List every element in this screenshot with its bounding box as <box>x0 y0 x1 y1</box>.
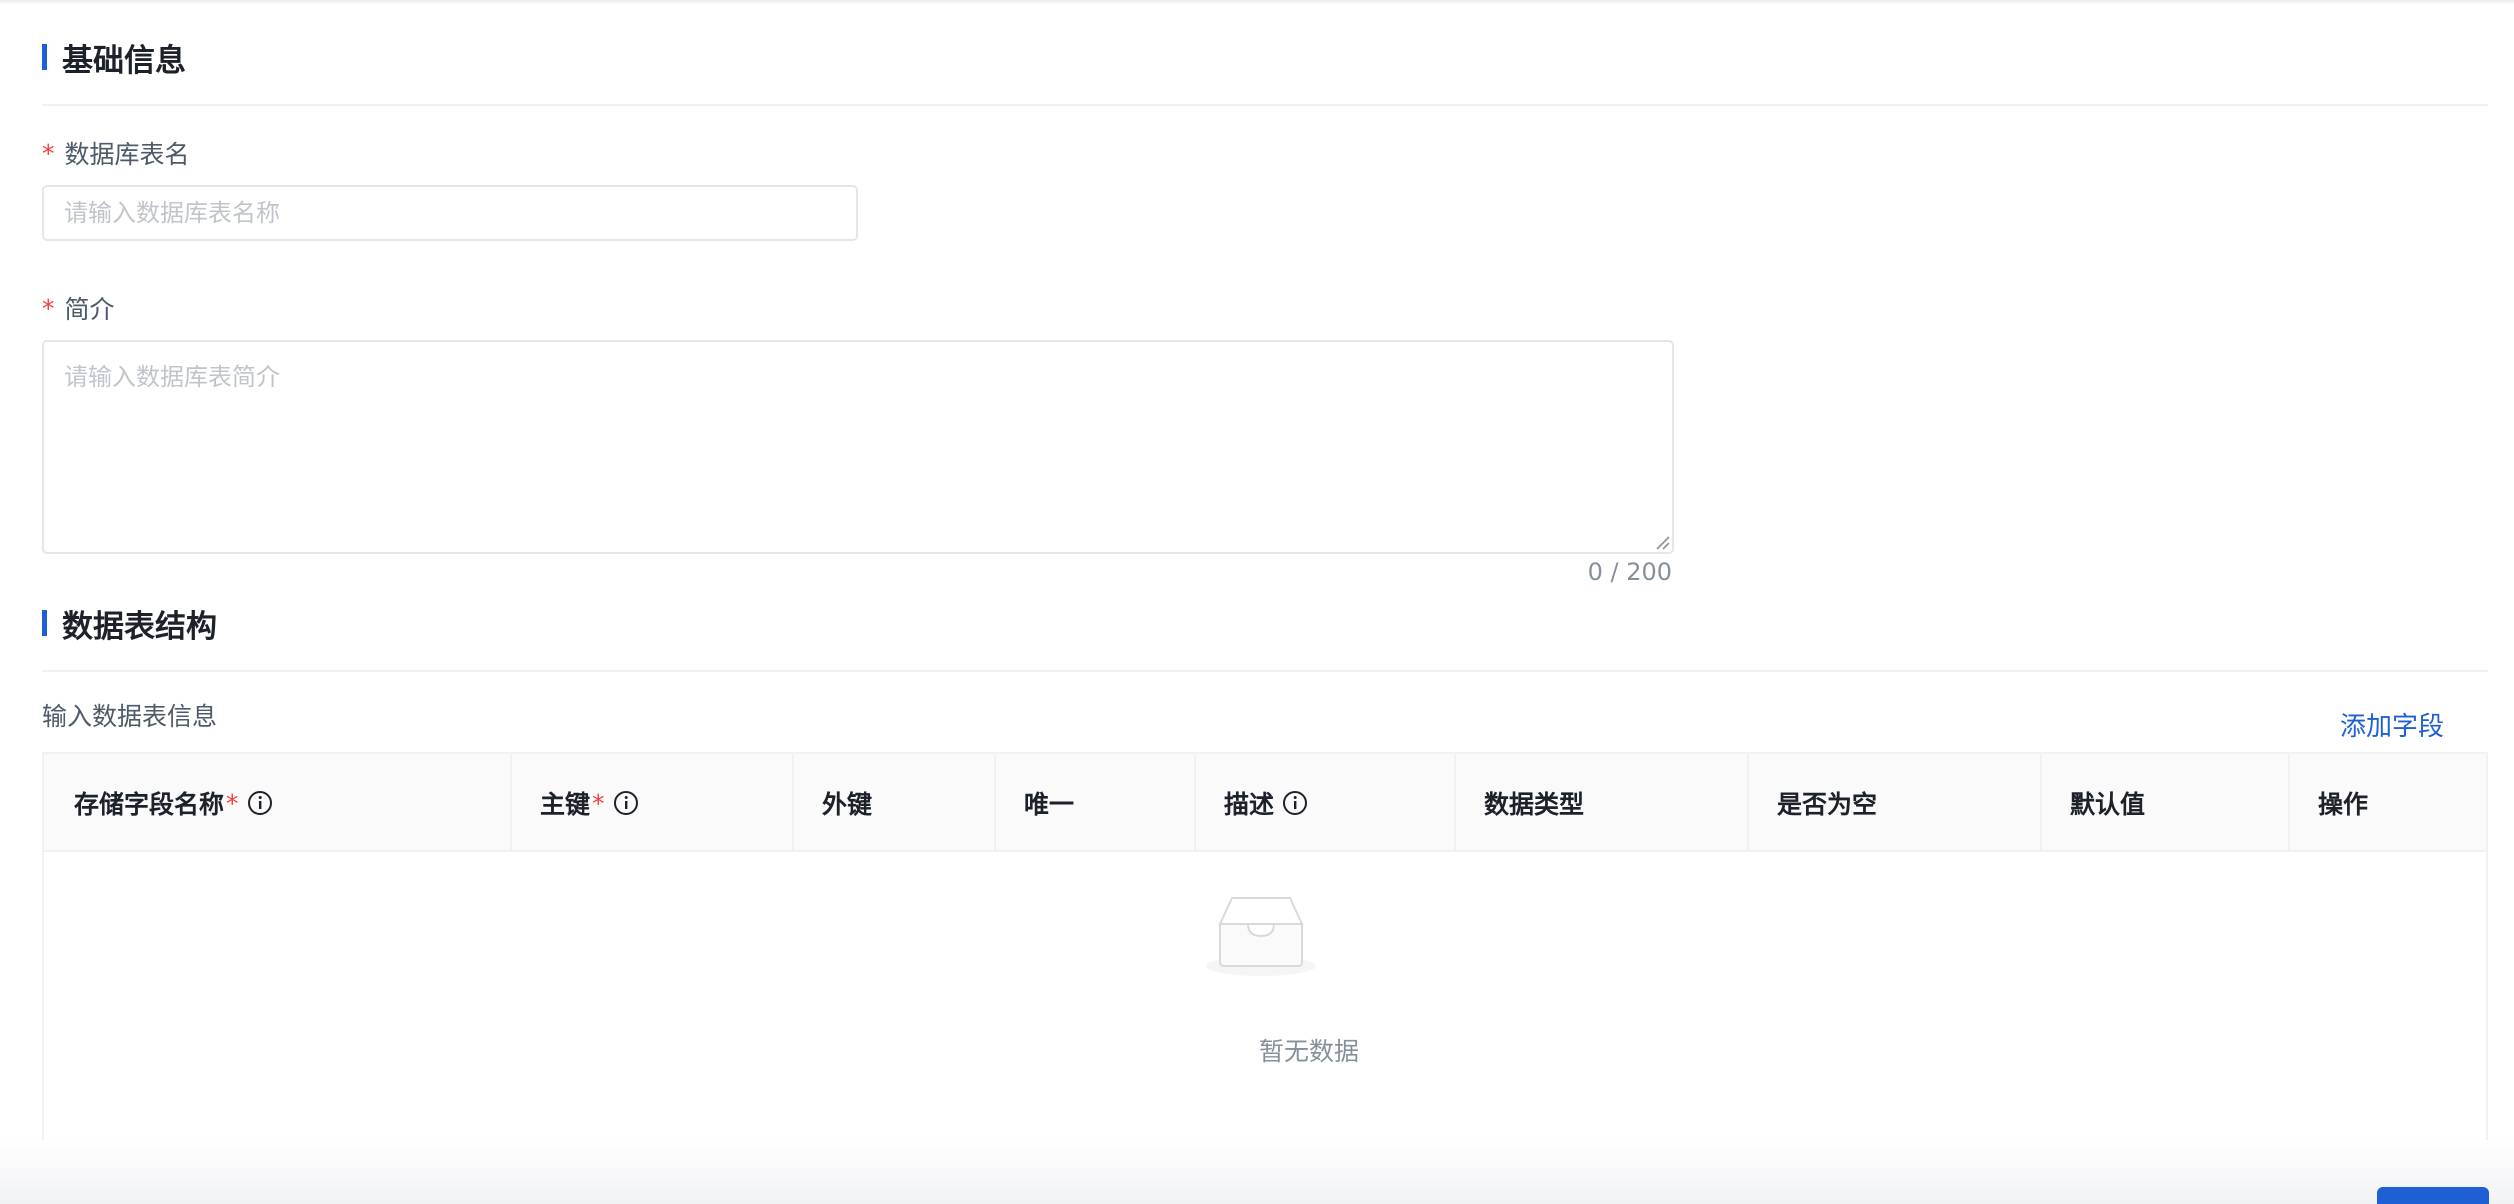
column-header-label: 主键 <box>540 790 591 819</box>
table-hint: 输入数据表信息 <box>42 702 218 731</box>
section-accent-bar <box>42 610 47 636</box>
column-separator <box>994 754 996 852</box>
table-name-label-text: 数据库表名 <box>64 140 190 169</box>
required-star: * <box>42 293 55 323</box>
section-title-basic-info: 基础信息 <box>62 42 186 79</box>
fields-table: 存储字段名称 * 主键 * 外键 唯一 描述 数据类型 是否为空 默认值 操作 … <box>42 752 2488 1152</box>
table-name-input[interactable] <box>42 185 858 241</box>
column-separator <box>1747 754 1749 852</box>
column-header-label: 操作 <box>2318 790 2369 819</box>
info-icon[interactable] <box>1282 790 1308 816</box>
resize-handle-icon[interactable] <box>1654 534 1670 550</box>
top-shadow <box>0 0 2514 5</box>
column-separator <box>2040 754 2042 852</box>
inbox-icon <box>1206 897 1316 976</box>
column-header-default-value: 默认值 <box>2070 754 2145 852</box>
description-textarea[interactable] <box>42 340 1674 554</box>
column-separator <box>510 754 512 852</box>
column-header-label: 存储字段名称 <box>74 790 225 819</box>
column-header-label: 数据类型 <box>1484 790 1585 819</box>
column-header-unique: 唯一 <box>1024 754 1074 852</box>
column-header-label: 描述 <box>1224 790 1275 819</box>
required-star: * <box>42 138 55 168</box>
info-icon[interactable] <box>613 790 639 816</box>
info-icon[interactable] <box>247 790 273 816</box>
column-header-actions: 操作 <box>2318 754 2368 852</box>
column-header-nullable: 是否为空 <box>1777 754 1877 852</box>
column-header-data-type: 数据类型 <box>1484 754 1584 852</box>
column-header-description: 描述 <box>1224 754 1308 852</box>
column-header-label: 是否为空 <box>1777 790 1878 819</box>
footer-bar <box>0 1140 2514 1204</box>
table-name-label: * 数据库表名 <box>42 135 190 171</box>
required-star: * <box>226 788 239 818</box>
table-header: 存储字段名称 * 主键 * 外键 唯一 描述 数据类型 是否为空 默认值 操作 <box>44 754 2486 852</box>
submit-button[interactable] <box>2377 1187 2489 1204</box>
column-header-label: 唯一 <box>1024 790 1075 819</box>
char-count: 0 / 200 <box>1587 558 1672 586</box>
column-header-label: 外键 <box>822 790 873 819</box>
column-header-primary-key: 主键 * <box>540 754 639 852</box>
section-title-table-structure: 数据表结构 <box>62 608 217 645</box>
section-divider <box>42 104 2488 106</box>
column-separator <box>1454 754 1456 852</box>
section-header-table-structure: 数据表结构 <box>42 604 217 645</box>
page: 基础信息 * 数据库表名 * 简介 0 / 200 数据表结构 输入数据表信息 … <box>0 0 2514 1204</box>
required-star: * <box>592 788 605 818</box>
add-field-button[interactable]: 添加字段 <box>2340 706 2444 743</box>
column-separator <box>2288 754 2290 852</box>
column-separator <box>1194 754 1196 852</box>
table-empty-state: 暂无数据 <box>44 852 2486 1152</box>
section-header-basic-info: 基础信息 <box>42 38 186 79</box>
column-header-foreign-key: 外键 <box>822 754 872 852</box>
section-divider <box>42 670 2488 672</box>
section-accent-bar <box>42 44 47 70</box>
column-header-field-name: 存储字段名称 * <box>74 754 273 852</box>
empty-text: 暂无数据 <box>1258 1037 1359 1066</box>
column-separator <box>792 754 794 852</box>
column-header-label: 默认值 <box>2070 790 2146 819</box>
description-label-text: 简介 <box>64 295 115 324</box>
description-label: * 简介 <box>42 290 115 326</box>
